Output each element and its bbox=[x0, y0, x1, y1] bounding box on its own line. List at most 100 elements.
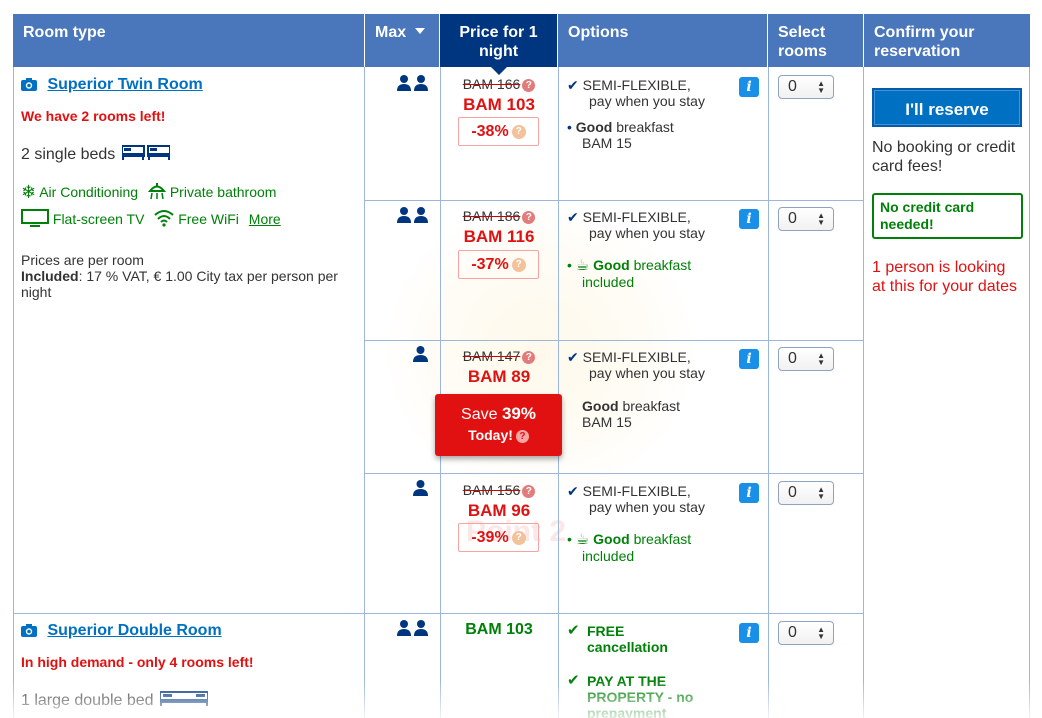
info-icon[interactable]: i bbox=[739, 483, 759, 503]
payment-label: PAY AT THE PROPERTY - no prepayment bbox=[587, 673, 694, 718]
urgency-message: We have 2 rooms left! bbox=[21, 108, 166, 124]
question-icon[interactable]: ? bbox=[522, 485, 536, 498]
meal-sub: included bbox=[582, 274, 635, 290]
info-icon[interactable]: i bbox=[739, 349, 759, 369]
shower-icon bbox=[147, 183, 166, 200]
question-icon[interactable]: ? bbox=[515, 430, 529, 443]
header-max[interactable]: Max bbox=[365, 14, 440, 67]
stepper-arrows-icon: ▲ ▼ bbox=[817, 625, 825, 641]
option-cell: ✔ FREE cancellation ✔ PAY AT THE PROPERTY … bbox=[567, 623, 732, 718]
room-quantity-select[interactable]: 0 ▲ ▼ bbox=[778, 481, 834, 505]
stepper-arrows-icon: ▲ ▼ bbox=[817, 485, 825, 501]
policy-label: SEMI-FLEXIBLE, bbox=[582, 483, 691, 499]
meal-sub: included bbox=[582, 548, 635, 564]
discount-badge: -39%? bbox=[458, 523, 539, 552]
grid-line bbox=[558, 67, 559, 718]
meal-bold: Good bbox=[593, 531, 630, 547]
header-price[interactable]: Price for 1 night bbox=[440, 14, 558, 75]
meal-rest: breakfast bbox=[633, 531, 692, 547]
camera-icon[interactable] bbox=[21, 78, 37, 91]
question-icon[interactable]: ? bbox=[511, 531, 526, 545]
option-cell: ✔ SEMI-FLEXIBLE, pay when you stay • Goo… bbox=[567, 77, 737, 151]
header-select-rooms-label: Select rooms bbox=[778, 24, 827, 60]
room-quantity-select[interactable]: 0 ▲ ▼ bbox=[778, 75, 834, 99]
discount-label: -39% bbox=[471, 529, 509, 546]
info-icon[interactable]: i bbox=[739, 209, 759, 229]
header-price-label: Price for 1 night bbox=[459, 24, 538, 60]
meal-bold: Good bbox=[593, 257, 630, 273]
room-quantity-select[interactable]: 0 ▲ ▼ bbox=[778, 347, 834, 371]
header-max-label: Max bbox=[375, 24, 407, 41]
single-bed-icon bbox=[120, 145, 171, 160]
check-icon: ✔ bbox=[567, 349, 579, 365]
two-persons-icon bbox=[397, 620, 428, 636]
policy-sub: pay when you stay bbox=[589, 499, 705, 515]
policy-sub: pay when you stay bbox=[589, 225, 705, 241]
save-today-badge: Save 39% Today!? bbox=[435, 394, 562, 456]
bullet-icon: • bbox=[567, 119, 572, 135]
room-name-link[interactable]: Superior Twin Room bbox=[47, 76, 202, 93]
meal-sub: BAM 15 bbox=[582, 414, 632, 430]
question-icon[interactable]: ? bbox=[522, 79, 536, 92]
included-note: Included: 17 % VAT, € 1.00 City tax per … bbox=[21, 268, 356, 300]
room-info-superior-twin: Superior Twin Room We have 2 rooms left!… bbox=[21, 76, 356, 300]
header-confirm-label: Confirm your reservation bbox=[874, 24, 975, 60]
check-icon: ✔ bbox=[567, 483, 579, 499]
new-price: BAM 89 bbox=[467, 367, 531, 386]
info-icon[interactable]: i bbox=[739, 623, 759, 643]
bullet-icon: • bbox=[567, 531, 572, 547]
question-icon[interactable]: ? bbox=[511, 125, 526, 139]
camera-icon[interactable] bbox=[21, 624, 37, 637]
policy-sub: pay when you stay bbox=[589, 365, 705, 381]
discount-label: -38% bbox=[471, 123, 509, 140]
header-select-rooms: Select rooms bbox=[768, 14, 864, 67]
one-person-icon bbox=[413, 480, 428, 496]
price-cell: BAM 186? BAM 116 bbox=[440, 208, 558, 247]
facility-tv: Flat-screen TV bbox=[52, 211, 145, 227]
check-icon: ✔ bbox=[567, 672, 580, 689]
old-price: BAM 147 bbox=[462, 348, 521, 364]
room-quantity-select[interactable]: 0 ▲ ▼ bbox=[778, 621, 834, 645]
check-icon: ✔ bbox=[567, 77, 579, 93]
sort-down-icon bbox=[414, 28, 425, 34]
room-quantity-select[interactable]: 0 ▲ ▼ bbox=[778, 207, 834, 231]
meal-bold: Good bbox=[575, 119, 613, 135]
room-name-link[interactable]: Superior Double Room bbox=[47, 622, 221, 639]
more-facilities-link[interactable]: More bbox=[249, 211, 281, 227]
prices-note: Prices are per room bbox=[21, 252, 144, 268]
urgency-message: In high demand - only 4 rooms left! bbox=[21, 654, 254, 670]
bullet-icon: • bbox=[567, 257, 572, 273]
question-icon[interactable]: ? bbox=[522, 211, 536, 224]
policy-label: SEMI-FLEXIBLE, bbox=[582, 209, 691, 225]
info-icon[interactable]: i bbox=[739, 77, 759, 97]
row-divider bbox=[364, 340, 864, 341]
looking-message: 1 person is looking at this for your dat… bbox=[872, 259, 1017, 295]
reserve-button[interactable]: I'll reserve bbox=[872, 88, 1022, 127]
option-cell: ✔ SEMI-FLEXIBLE, pay when you stay Good … bbox=[567, 349, 737, 430]
header-room-type: Room type bbox=[13, 14, 365, 67]
meal-bold: Good bbox=[582, 398, 619, 414]
option-cell: ✔ SEMI-FLEXIBLE, pay when you stay • ☕ G… bbox=[567, 483, 737, 564]
header-confirm: Confirm your reservation bbox=[864, 14, 1030, 67]
question-icon[interactable]: ? bbox=[522, 351, 536, 364]
facility-bath: Private bathroom bbox=[169, 184, 277, 200]
save-label: Save bbox=[461, 406, 498, 423]
stepper-arrows-icon: ▲ ▼ bbox=[817, 351, 825, 367]
meal-sub: BAM 15 bbox=[582, 135, 632, 151]
coffee-cup-icon: ☕ bbox=[575, 257, 590, 274]
facility-wifi: Free WiFi bbox=[178, 211, 239, 227]
question-icon[interactable]: ? bbox=[511, 258, 526, 272]
facility-ac: Air Conditioning bbox=[39, 184, 139, 200]
option-cell: ✔ SEMI-FLEXIBLE, pay when you stay • ☕ G… bbox=[567, 209, 737, 290]
new-price: BAM 116 bbox=[463, 227, 535, 246]
meal-rest: breakfast bbox=[622, 398, 681, 414]
one-person-icon bbox=[413, 346, 428, 362]
bed-info-label: 1 large double bed bbox=[21, 692, 154, 709]
new-price: BAM 103 bbox=[463, 95, 535, 114]
facilities-row-1: ❄ Air Conditioning Private bathroom bbox=[21, 182, 356, 204]
stepper-arrows-icon: ▲ ▼ bbox=[817, 79, 825, 95]
discount-badge: -37%? bbox=[458, 250, 539, 279]
price-cell: BAM 147? BAM 89 bbox=[440, 348, 558, 387]
coffee-cup-icon: ☕ bbox=[575, 531, 590, 548]
row-divider bbox=[13, 613, 864, 614]
